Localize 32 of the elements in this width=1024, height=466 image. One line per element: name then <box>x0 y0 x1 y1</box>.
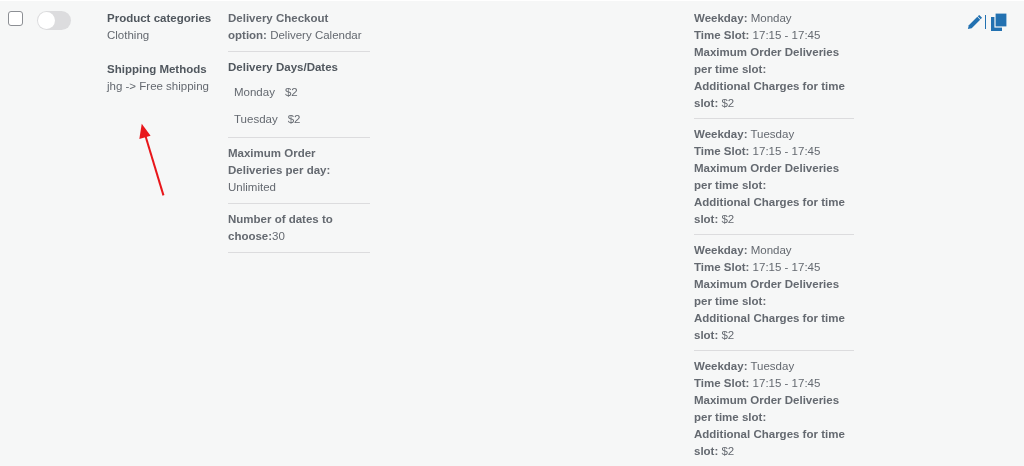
copy-icon[interactable] <box>991 13 1007 31</box>
time-slot-detail: Weekday: Monday <box>694 243 793 258</box>
condition-heading: Product categories <box>107 11 213 26</box>
time-slot-detail: Time Slot: 17:15 - 17:45 <box>694 376 822 391</box>
dates-to-choose-text: Number of dates to choose:30 <box>228 212 334 244</box>
max-per-day-text: Maximum Order Deliveries per day: Unlimited <box>228 146 332 195</box>
condition-value: Clothing <box>107 28 151 43</box>
time-slot-detail: Maximum Order Deliveries per time slot: <box>694 393 841 425</box>
time-slot-detail: Maximum Order Deliveries per time slot: <box>694 161 841 193</box>
time-slot-detail: Maximum Order Deliveries per time slot: <box>694 277 841 309</box>
time-slot-detail: Additional Charges for time slot: $2 <box>694 79 846 111</box>
condition-value: jhg -> Free shipping <box>107 79 210 94</box>
pencil-icon[interactable] <box>966 13 983 31</box>
day-name: Monday <box>234 85 275 100</box>
day-charge: $2 <box>287 112 301 127</box>
time-slot-detail: Weekday: Tuesday <box>694 359 796 374</box>
condition-heading: Shipping Methods <box>107 62 208 77</box>
row-checkbox[interactable] <box>8 11 23 26</box>
time-slot-detail: Weekday: Monday <box>694 11 793 26</box>
time-slot-detail: Time Slot: 17:15 - 17:45 <box>694 28 822 43</box>
day-charge: $2 <box>284 85 298 100</box>
time-slot-detail: Weekday: Tuesday <box>694 127 796 142</box>
time-slot-detail: Additional Charges for time slot: $2 <box>694 427 846 459</box>
time-slot-detail: Additional Charges for time slot: $2 <box>694 311 846 343</box>
time-slot-detail: Maximum Order Deliveries per time slot: <box>694 45 841 77</box>
time-slot-detail: Additional Charges for time slot: $2 <box>694 195 846 227</box>
toggle-switch[interactable] <box>37 11 71 30</box>
checkout-option-text: Delivery Checkout option: Delivery Calendar <box>228 11 363 43</box>
days-heading: Delivery Days/Dates <box>228 60 339 75</box>
day-name: Tuesday <box>234 112 278 127</box>
time-slot-detail: Time Slot: 17:15 - 17:45 <box>694 260 822 275</box>
time-slot-detail: Time Slot: 17:15 - 17:45 <box>694 144 822 159</box>
